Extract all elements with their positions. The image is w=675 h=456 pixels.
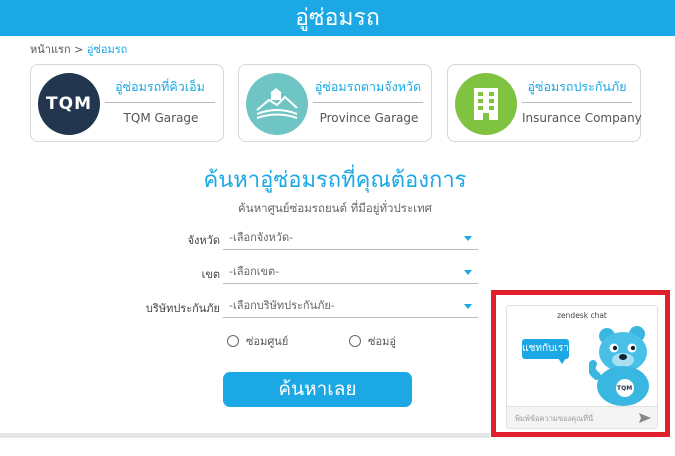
card-title: อู่ซ่อมรถตามจังหวัด — [313, 77, 423, 103]
card-subtitle: TQM Garage — [123, 111, 199, 125]
radio-label: ซ่อมศูนย์ — [246, 335, 289, 348]
card-subtitle: Insurance Company — [522, 111, 642, 125]
district-field-row: เขต -เลือกเขต- — [120, 262, 480, 284]
footer-divider — [0, 433, 490, 438]
bear-mascot-icon — [589, 326, 649, 406]
search-heading: ค้นหาอู่ซ่อมรถที่คุณต้องการ — [203, 168, 467, 193]
chat-highlight-frame: zendesk chat แชทกับเรา TQM พิมพ์ข้อความข… — [491, 290, 670, 437]
province-select[interactable]: -เลือกจังหวัด- — [223, 228, 478, 250]
garage-category-cards: TQM อู่ซ่อมรถที่คิวเอ็ม TQM Garage อู่ซ่… — [30, 64, 642, 142]
tqm-logo: TQM — [38, 73, 100, 135]
province-label: จังหวัด — [187, 234, 220, 247]
insurer-select-value: -เลือกบริษัทประกันภัย- — [229, 299, 335, 312]
mascot-badge: TQM — [617, 385, 633, 392]
card-title: อู่ซ่อมรถประกันภัย — [522, 77, 632, 103]
caret-down-icon — [464, 270, 472, 275]
card-province-garage[interactable]: อู่ซ่อมรถตามจังหวัด Province Garage — [238, 64, 432, 142]
insurer-field-row: บริษัทประกันภัย -เลือกบริษัทประกันภัย- — [120, 296, 480, 318]
province-field-row: จังหวัด -เลือกจังหวัด- — [120, 228, 480, 250]
radio-circle-icon — [349, 335, 361, 347]
tqm-logo-text: TQM — [46, 94, 92, 114]
province-select-value: -เลือกจังหวัด- — [229, 231, 294, 244]
chat-input-placeholder: พิมพ์ข้อความของคุณที่นี่ — [515, 414, 594, 423]
card-insurance-company[interactable]: อู่ซ่อมรถประกันภัย Insurance Company — [447, 64, 642, 142]
radio-label: ซ่อมอู่ — [368, 335, 396, 348]
radio-garage[interactable]: ซ่อมอู่ — [349, 332, 396, 350]
caret-down-icon — [464, 304, 472, 309]
card-title: อู่ซ่อมรถที่คิวเอ็ม — [105, 77, 215, 103]
search-button[interactable]: ค้นหาเลย — [223, 372, 412, 407]
breadcrumb-home-link[interactable]: หน้าแรก — [30, 43, 71, 56]
breadcrumb-separator: > — [74, 43, 84, 56]
zendesk-chat-widget[interactable]: zendesk chat แชทกับเรา TQM พิมพ์ข้อความข… — [506, 305, 658, 429]
caret-down-icon — [464, 236, 472, 241]
landscape-icon — [246, 73, 308, 135]
radio-service-center[interactable]: ซ่อมศูนย์ — [227, 332, 288, 350]
breadcrumb: หน้าแรก > อู่ซ่อมรถ — [30, 40, 127, 58]
district-select-value: -เลือกเขต- — [229, 265, 280, 278]
card-tqm-garage[interactable]: TQM อู่ซ่อมรถที่คิวเอ็ม TQM Garage — [30, 64, 224, 142]
chat-brand: zendesk chat — [557, 311, 607, 320]
building-icon — [455, 73, 517, 135]
chat-with-us-bubble[interactable]: แชทกับเรา — [522, 339, 569, 364]
insurer-select[interactable]: -เลือกบริษัทประกันภัย- — [223, 296, 478, 318]
district-label: เขต — [201, 268, 220, 281]
card-subtitle: Province Garage — [319, 111, 419, 125]
page-title-banner: อู่ซ่อมรถ — [0, 0, 675, 36]
search-subheading: ค้นหาศูนย์ซ่อมรถยนต์ ที่มีอยู่ทั่วประเทศ — [238, 201, 432, 215]
send-icon[interactable] — [638, 411, 652, 425]
insurer-label: บริษัทประกันภัย — [145, 302, 220, 315]
breadcrumb-current: อู่ซ่อมรถ — [86, 43, 128, 56]
chat-message-input[interactable]: พิมพ์ข้อความของคุณที่นี่ — [507, 406, 657, 428]
radio-circle-icon — [227, 335, 239, 347]
district-select[interactable]: -เลือกเขต- — [223, 262, 478, 284]
